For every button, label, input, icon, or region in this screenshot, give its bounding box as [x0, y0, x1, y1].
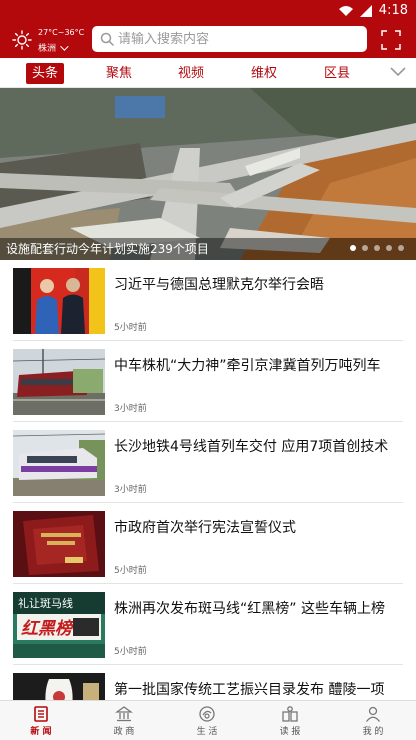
- user-icon: [365, 706, 381, 722]
- thumbnail-sign-top: 礼让斑马线: [18, 596, 73, 610]
- signal-icon: [359, 4, 372, 17]
- nav-label: 新 闻: [30, 727, 52, 737]
- carousel-dot[interactable]: [350, 245, 356, 251]
- news-title: 长沙地铁4号线首列车交付 应用7项首创技术: [114, 439, 389, 455]
- nav-me[interactable]: 我 的: [343, 703, 403, 739]
- carousel-dot[interactable]: [374, 245, 380, 251]
- news-thumbnail: [13, 430, 105, 496]
- tab-video[interactable]: 视频: [172, 63, 210, 84]
- list-item[interactable]: 长沙地铁4号线首列车交付 应用7项首创技术 3小时前: [0, 422, 416, 503]
- nav-label: 政 商: [113, 727, 135, 737]
- government-icon: [115, 706, 133, 722]
- news-time: 3小时前: [114, 404, 147, 414]
- news-title: 习近平与德国总理默克尔举行会晤: [114, 277, 324, 293]
- city-label: 株洲: [38, 44, 57, 54]
- news-thumbnail: 礼让斑马线 红黑榜: [13, 592, 105, 658]
- carousel-dot[interactable]: [386, 245, 392, 251]
- news-title: 株洲再次发布斑马线“红黑榜” 这些车辆上榜: [114, 601, 385, 617]
- news-thumbnail: [13, 349, 105, 415]
- banner-image: [0, 88, 416, 260]
- tab-focus[interactable]: 聚焦: [100, 63, 138, 84]
- chevron-down-icon[interactable]: [390, 64, 406, 78]
- bottom-navigation: 新 闻 政 商 生 活 读 报 我 的: [0, 700, 416, 740]
- list-item[interactable]: 中车株机“大力神”牵引京津冀首列万吨列车 3小时前: [0, 341, 416, 422]
- news-thumbnail: [13, 511, 105, 577]
- nav-label: 生 活: [196, 727, 218, 737]
- banner-carousel[interactable]: 设施配套行动今年计划实施239个项目: [0, 88, 416, 260]
- city-selector[interactable]: 株洲: [38, 41, 69, 54]
- news-time: 3小时前: [114, 485, 147, 495]
- thumbnail-sign-main: 红黑榜: [21, 619, 75, 639]
- nav-label: 读 报: [279, 727, 301, 737]
- newspaper-icon: [34, 706, 48, 722]
- carousel-dot[interactable]: [362, 245, 368, 251]
- tab-districts[interactable]: 区县: [318, 63, 356, 84]
- status-time: 4:18: [378, 3, 408, 18]
- nav-label: 我 的: [362, 727, 384, 737]
- news-title: 中车株机“大力神”牵引京津冀首列万吨列车: [114, 358, 381, 374]
- tab-headlines[interactable]: 头条: [26, 63, 64, 84]
- nav-life[interactable]: 生 活: [177, 703, 237, 739]
- app-header: 27°C~36°C 株洲: [0, 22, 416, 58]
- list-item[interactable]: 市政府首次举行宪法宣誓仪式 5小时前: [0, 503, 416, 584]
- status-bar: 4:18: [0, 0, 416, 22]
- news-time: 5小时前: [114, 647, 147, 657]
- scan-icon[interactable]: [381, 30, 401, 50]
- news-time: 5小时前: [114, 566, 147, 576]
- carousel-indicator: [350, 245, 404, 251]
- weather-temperature: 27°C~36°C: [38, 28, 85, 37]
- chevron-down-icon: [60, 42, 69, 51]
- nav-news[interactable]: 新 闻: [11, 703, 71, 739]
- news-time: 5小时前: [114, 323, 147, 333]
- weather-widget[interactable]: 27°C~36°C 株洲: [10, 26, 88, 54]
- sun-icon: [12, 30, 32, 50]
- search-input[interactable]: [118, 29, 358, 49]
- read-paper-icon: [282, 706, 298, 722]
- status-icons: 4:18: [338, 3, 408, 18]
- news-title: 市政府首次举行宪法宣誓仪式: [114, 520, 296, 536]
- nav-government-business[interactable]: 政 商: [94, 703, 154, 739]
- category-tabs: 头条 聚焦 视频 维权 区县: [0, 58, 416, 88]
- list-item[interactable]: 习近平与德国总理默克尔举行会晤 5小时前: [0, 260, 416, 341]
- wifi-icon: [338, 5, 353, 16]
- tab-rights[interactable]: 维权: [245, 63, 283, 84]
- banner-caption: 设施配套行动今年计划实施239个项目: [6, 242, 209, 256]
- news-thumbnail: [13, 268, 105, 334]
- search-bar[interactable]: [92, 26, 367, 52]
- search-icon: [100, 32, 114, 46]
- life-icon: [199, 706, 215, 722]
- nav-read-paper[interactable]: 读 报: [260, 703, 320, 739]
- list-item[interactable]: 礼让斑马线 红黑榜 株洲再次发布斑马线“红黑榜” 这些车辆上榜 5小时前: [0, 584, 416, 665]
- news-title: 第一批国家传统工艺振兴目录发布 醴陵一项: [114, 682, 385, 698]
- carousel-dot[interactable]: [398, 245, 404, 251]
